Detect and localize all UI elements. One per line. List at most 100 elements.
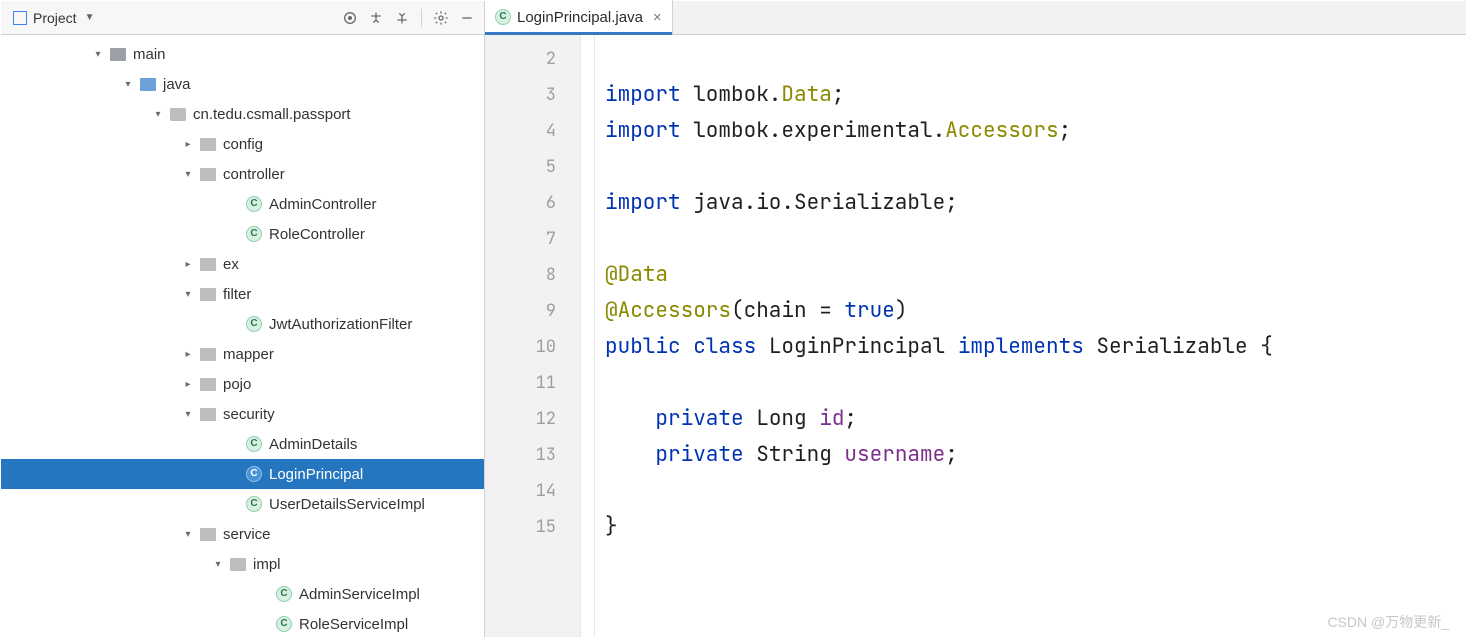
hide-icon[interactable] bbox=[456, 7, 478, 29]
line-number: 11 bbox=[485, 365, 556, 401]
tree-node-label: controller bbox=[223, 166, 285, 183]
java-class-icon: C bbox=[245, 195, 263, 213]
chevron-down-icon[interactable]: ▾ bbox=[91, 47, 105, 61]
chevron-down-icon[interactable]: ▾ bbox=[181, 527, 195, 541]
code-area[interactable]: import lombok.Data;import lombok.experim… bbox=[595, 35, 1466, 637]
tree-node-label: ex bbox=[223, 256, 239, 273]
tree-node[interactable]: ▸ pojo bbox=[1, 369, 484, 399]
chevron-down-icon[interactable]: ▾ bbox=[181, 407, 195, 421]
project-icon bbox=[13, 11, 27, 25]
chevron-down-icon[interactable]: ▾ bbox=[211, 557, 225, 571]
folder-icon bbox=[199, 165, 217, 183]
chevron-down-icon[interactable]: ▾ bbox=[181, 287, 195, 301]
chevron-placeholder bbox=[227, 227, 241, 241]
java-class-icon: C bbox=[245, 315, 263, 333]
chevron-down-icon: ▼ bbox=[85, 12, 95, 23]
chevron-placeholder bbox=[227, 317, 241, 331]
tree-node[interactable]: ▾ controller bbox=[1, 159, 484, 189]
tree-node-label: AdminDetails bbox=[269, 436, 357, 453]
tree-node-label: pojo bbox=[223, 376, 251, 393]
chevron-placeholder bbox=[227, 197, 241, 211]
chevron-right-icon[interactable]: ▸ bbox=[181, 347, 195, 361]
chevron-down-icon[interactable]: ▾ bbox=[151, 107, 165, 121]
folder-icon bbox=[199, 135, 217, 153]
gear-icon[interactable] bbox=[430, 7, 452, 29]
tree-node[interactable]: C RoleServiceImpl bbox=[1, 609, 484, 637]
tree-node[interactable]: ▾ service bbox=[1, 519, 484, 549]
tree-node-label: RoleController bbox=[269, 226, 365, 243]
folder-icon bbox=[199, 255, 217, 273]
project-panel: Project ▼ ▾main▾java▾cn.tedu.csmall.pass… bbox=[1, 1, 485, 637]
chevron-placeholder bbox=[227, 467, 241, 481]
tree-node[interactable]: ▾filter bbox=[1, 279, 484, 309]
code-editor[interactable]: 23456789101112131415 import lombok.Data;… bbox=[485, 35, 1466, 637]
java-class-icon: C bbox=[245, 465, 263, 483]
tree-node[interactable]: C UserDetailsServiceImpl bbox=[1, 489, 484, 519]
java-class-icon: C bbox=[245, 495, 263, 513]
code-line bbox=[605, 473, 1466, 509]
close-icon[interactable]: × bbox=[653, 9, 662, 26]
java-class-icon: C bbox=[245, 435, 263, 453]
line-number: 15 bbox=[485, 509, 556, 545]
tree-node-label: AdminServiceImpl bbox=[299, 586, 420, 603]
project-view-selector[interactable]: Project ▼ bbox=[7, 8, 100, 28]
tree-node[interactable]: C AdminDetails bbox=[1, 429, 484, 459]
chevron-placeholder bbox=[257, 587, 271, 601]
select-opened-file-icon[interactable] bbox=[339, 7, 361, 29]
tree-node[interactable]: ▸ config bbox=[1, 129, 484, 159]
folder-icon bbox=[199, 375, 217, 393]
code-line: @Accessors(chain = true) bbox=[605, 293, 1466, 329]
line-number: 5 bbox=[485, 149, 556, 185]
tree-node[interactable]: ▾ cn.tedu.csmall.passport bbox=[1, 99, 484, 129]
project-tree[interactable]: ▾main▾java▾cn.tedu.csmall.passport▸confi… bbox=[1, 35, 484, 637]
tree-node-label: service bbox=[223, 526, 271, 543]
tree-node[interactable]: ▸mapper bbox=[1, 339, 484, 369]
tree-node-label: impl bbox=[253, 556, 281, 573]
tree-node[interactable]: ▾ impl bbox=[1, 549, 484, 579]
chevron-right-icon[interactable]: ▸ bbox=[181, 377, 195, 391]
code-line bbox=[605, 149, 1466, 185]
code-line: } bbox=[605, 509, 1466, 545]
expand-all-icon[interactable] bbox=[365, 7, 387, 29]
folder-icon bbox=[199, 405, 217, 423]
tab-loginprincipal[interactable]: C LoginPrincipal.java × bbox=[485, 0, 673, 34]
tree-node-label: config bbox=[223, 136, 263, 153]
line-number: 7 bbox=[485, 221, 556, 257]
tree-node[interactable]: ▾ java bbox=[1, 69, 484, 99]
line-number: 2 bbox=[485, 41, 556, 77]
collapse-all-icon[interactable] bbox=[391, 7, 413, 29]
tree-node-label: java bbox=[163, 76, 191, 93]
chevron-down-icon[interactable]: ▾ bbox=[121, 77, 135, 91]
editor-area: C LoginPrincipal.java × 2345678910111213… bbox=[485, 1, 1466, 637]
marker-column bbox=[581, 35, 595, 637]
tree-node-label: cn.tedu.csmall.passport bbox=[193, 106, 351, 123]
project-toolbar: Project ▼ bbox=[1, 1, 484, 35]
tree-node-label: RoleServiceImpl bbox=[299, 616, 408, 633]
code-line: private Long id; bbox=[605, 401, 1466, 437]
chevron-right-icon[interactable]: ▸ bbox=[181, 137, 195, 151]
project-view-label: Project bbox=[33, 10, 77, 26]
tree-node[interactable]: ▸ ex bbox=[1, 249, 484, 279]
chevron-placeholder bbox=[257, 617, 271, 631]
java-class-icon: C bbox=[275, 585, 293, 603]
folder-icon bbox=[139, 75, 157, 93]
tree-node[interactable]: C AdminServiceImpl bbox=[1, 579, 484, 609]
line-number: 6 bbox=[485, 185, 556, 221]
tree-node[interactable]: C JwtAuthorizationFilter bbox=[1, 309, 484, 339]
chevron-right-icon[interactable]: ▸ bbox=[181, 257, 195, 271]
code-line: private String username; bbox=[605, 437, 1466, 473]
tree-node-label: UserDetailsServiceImpl bbox=[269, 496, 425, 513]
watermark: CSDN @万物更新_ bbox=[1327, 612, 1449, 632]
tree-node[interactable]: CRoleController bbox=[1, 219, 484, 249]
folder-icon bbox=[169, 105, 187, 123]
line-number: 3 bbox=[485, 77, 556, 113]
tree-node[interactable]: CAdminController bbox=[1, 189, 484, 219]
tree-node[interactable]: ▾security bbox=[1, 399, 484, 429]
tree-node[interactable]: CLoginPrincipal bbox=[1, 459, 484, 489]
code-line bbox=[605, 221, 1466, 257]
tab-label: LoginPrincipal.java bbox=[517, 9, 643, 26]
java-class-icon: C bbox=[275, 615, 293, 633]
tree-node[interactable]: ▾main bbox=[1, 39, 484, 69]
tree-node-label: JwtAuthorizationFilter bbox=[269, 316, 412, 333]
chevron-down-icon[interactable]: ▾ bbox=[181, 167, 195, 181]
